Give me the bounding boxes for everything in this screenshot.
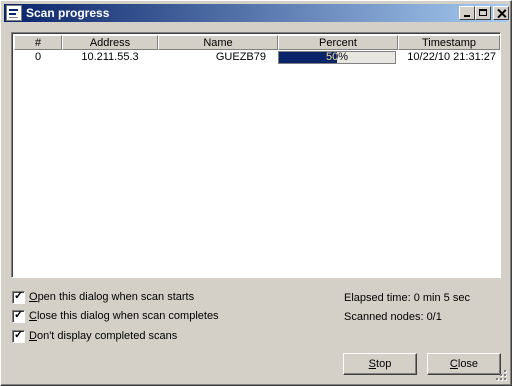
progress-percent-label: 50% [325, 51, 349, 63]
checkbox-box[interactable]: ✓ [12, 309, 25, 323]
checkbox-box[interactable]: ✓ [12, 290, 25, 304]
checkbox-label: Close this dialog when scan completes [29, 310, 219, 322]
close-icon [497, 9, 506, 18]
checkbox-label: Open this dialog when scan starts [29, 291, 195, 303]
close-button[interactable]: Close [427, 353, 501, 375]
window-title: Scan progress [26, 6, 110, 20]
title-bar[interactable]: Scan progress [4, 4, 509, 22]
checkmark-icon: ✓ [14, 329, 24, 341]
table-row[interactable]: 0 10.211.55.3 GUEZB79 50% 10/22/10 21:31… [14, 50, 498, 65]
minimize-icon [464, 15, 470, 17]
maximize-icon [479, 9, 487, 16]
row-name: GUEZB79 [215, 51, 266, 63]
row-timestamp: 10/22/10 21:31:27 [407, 51, 496, 63]
resize-grip[interactable] [495, 369, 507, 381]
checkmark-icon: ✓ [14, 290, 24, 302]
checkmark-icon: ✓ [14, 309, 24, 321]
column-header-name[interactable]: Name [158, 35, 278, 50]
elapsed-time-label: Elapsed time: 0 min 5 sec [344, 292, 470, 304]
minimize-button[interactable] [459, 6, 475, 20]
scan-progress-window: Scan progress # Address Name Percent Tim… [0, 0, 512, 386]
checkbox-box[interactable]: ✓ [12, 329, 25, 343]
row-address: 10.211.55.3 [81, 51, 139, 63]
stop-button[interactable]: Stop [343, 353, 417, 375]
checkbox-label: Don't display completed scans [29, 330, 178, 342]
close-window-button[interactable] [493, 6, 509, 20]
scanned-nodes-label: Scanned nodes: 0/1 [344, 311, 442, 323]
maximize-button[interactable] [475, 6, 491, 20]
app-icon [6, 5, 22, 21]
column-header-index[interactable]: # [14, 35, 62, 50]
column-header-percent[interactable]: Percent [278, 35, 398, 50]
row-index: 0 [34, 51, 42, 63]
column-header-timestamp[interactable]: Timestamp [398, 35, 500, 50]
row-progress-bar: 50% [278, 51, 396, 64]
scan-results-list[interactable]: # Address Name Percent Timestamp 0 10.21… [11, 32, 501, 278]
column-header-address[interactable]: Address [62, 35, 158, 50]
